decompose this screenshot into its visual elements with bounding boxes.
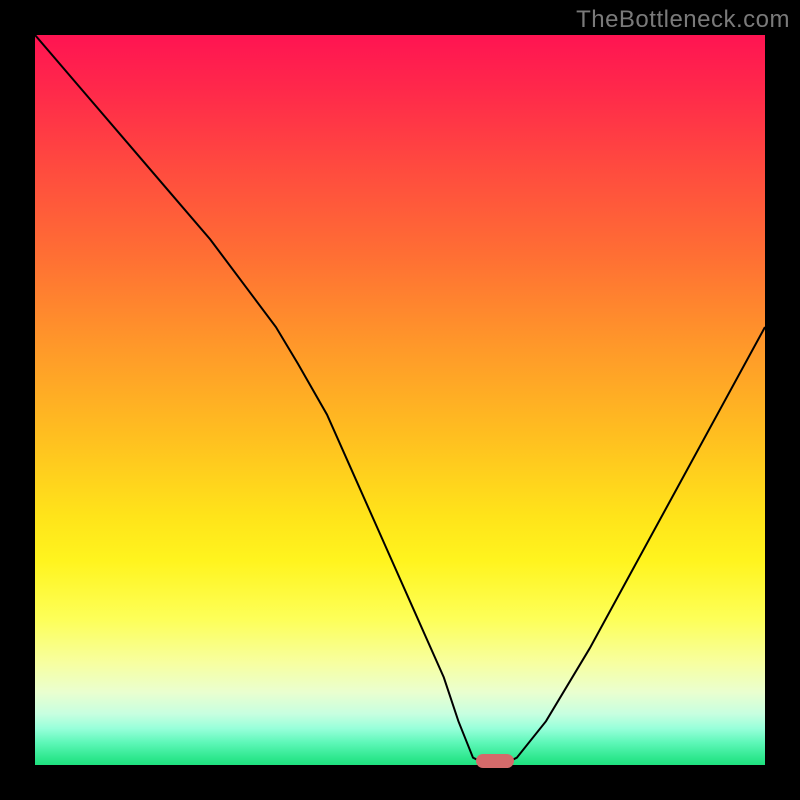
watermark-text: TheBottleneck.com	[576, 6, 790, 34]
chart-frame: TheBottleneck.com	[0, 0, 800, 800]
plot-area	[35, 35, 765, 765]
optimal-marker	[476, 754, 514, 768]
bottleneck-curve	[35, 35, 765, 765]
curve-path	[35, 35, 765, 765]
